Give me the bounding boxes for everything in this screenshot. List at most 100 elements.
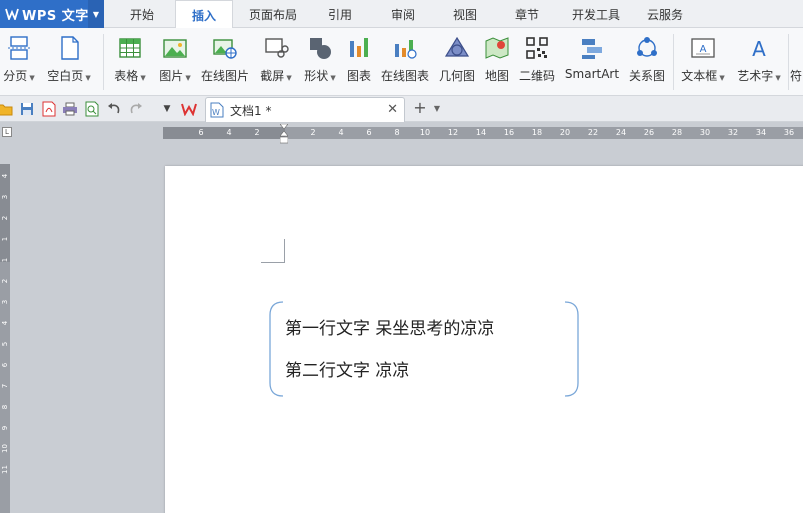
- ruler-text-area: [285, 127, 803, 139]
- save-icon[interactable]: [18, 100, 36, 118]
- ruler-tick-label: 3: [1, 299, 9, 305]
- ruler-tick-label: 4: [1, 173, 9, 179]
- chevron-down-icon: ▼: [775, 74, 781, 82]
- relation-diagram-icon: [633, 34, 661, 62]
- geometry-label: 几何图: [438, 69, 475, 83]
- ruler-tick-label: 6: [198, 128, 204, 137]
- undo-icon[interactable]: [105, 100, 123, 118]
- wps-window: WPS 文字 ▼ 开始 插入 页面布局 引用 审阅 视图 章节 开发工具 云服务…: [0, 0, 803, 513]
- relation-diagram-label: 关系图: [628, 69, 665, 83]
- blank-page-label: 空白页: [47, 69, 84, 83]
- shapes-button[interactable]: 形状 ▼: [300, 34, 340, 90]
- symbol-button[interactable]: 符: [789, 34, 803, 90]
- ruler-tick-label: 22: [587, 128, 599, 137]
- horizontal-ruler[interactable]: 6 4 2 2 4 6 8 10 12 14 16 18 20 22 24 26 28 30 32 34 36: [163, 127, 803, 139]
- wordart-button[interactable]: A 艺术字 ▼: [733, 34, 785, 90]
- text-box[interactable]: 第一行文字 呆坐思考的凉凉 第二行文字 凉凉: [269, 301, 579, 397]
- export-pdf-icon[interactable]: [40, 100, 58, 118]
- symbol-icon: [789, 34, 803, 62]
- ruler-tick-label: 34: [755, 128, 767, 137]
- picture-button[interactable]: 图片 ▼: [155, 34, 195, 90]
- redo-icon[interactable]: [127, 100, 145, 118]
- screenshot-button[interactable]: 截屏 ▼: [256, 34, 296, 90]
- document-tab[interactable]: W 文档1 * ✕: [205, 97, 405, 122]
- indent-marker-icon[interactable]: [279, 123, 289, 146]
- new-tab-icon[interactable]: +: [410, 100, 430, 118]
- chevron-down-icon[interactable]: ▼: [431, 100, 443, 118]
- ruler-tick-label: 20: [559, 128, 571, 137]
- relation-diagram-button[interactable]: 关系图: [626, 34, 668, 90]
- online-chart-icon: [391, 34, 419, 62]
- open-folder-icon[interactable]: [0, 100, 14, 118]
- page-break-icon: [5, 34, 33, 62]
- table-button[interactable]: 表格 ▼: [110, 34, 150, 90]
- ruler-tick-label: 4: [338, 128, 344, 137]
- margin-corner-mark: [261, 239, 285, 263]
- tab-page-layout[interactable]: 页面布局: [243, 0, 303, 28]
- tab-section[interactable]: 章节: [503, 0, 551, 28]
- vertical-ruler[interactable]: 4 3 2 1 1 2 3 4 5 6 7 8 9 10 11: [0, 164, 10, 513]
- ruler-tick-label: 3: [1, 194, 9, 200]
- svg-text:W: W: [212, 108, 220, 117]
- tab-review[interactable]: 审阅: [379, 0, 427, 28]
- ruler-tick-label: 6: [1, 362, 9, 368]
- blank-page-button[interactable]: 空白页 ▼: [44, 34, 94, 90]
- ruler-tick-label: 10: [419, 128, 431, 137]
- chevron-down-icon: ▼: [286, 74, 292, 82]
- online-picture-icon: [211, 34, 239, 62]
- online-chart-button[interactable]: 在线图表: [378, 34, 432, 90]
- ruler-tick-label: 5: [1, 341, 9, 347]
- map-button[interactable]: 地图: [482, 34, 512, 90]
- qrcode-icon: [523, 34, 551, 62]
- ribbon-separator: [673, 34, 674, 90]
- geometry-button[interactable]: 几何图: [436, 34, 478, 90]
- online-picture-label: 在线图片: [200, 69, 249, 83]
- ruler-tick-label: 2: [254, 128, 260, 137]
- svg-text:A: A: [700, 44, 707, 55]
- page-break-label: 分页: [3, 69, 28, 83]
- map-icon: [483, 34, 511, 62]
- online-chart-label: 在线图表: [380, 69, 429, 83]
- textbox-button[interactable]: A 文本框 ▼: [678, 34, 728, 90]
- close-icon[interactable]: ✕: [387, 102, 398, 117]
- smartart-button[interactable]: SmartArt: [562, 34, 622, 90]
- tab-home[interactable]: 开始: [117, 0, 167, 28]
- ruler-tick-label: 18: [531, 128, 543, 137]
- tab-insert[interactable]: 插入: [175, 0, 233, 29]
- print-icon[interactable]: [61, 100, 79, 118]
- quick-access-toolbar: ▼ W 文档1 * ✕ + ▼: [0, 96, 803, 122]
- chart-button[interactable]: 图表: [344, 34, 374, 90]
- ruler-tick-label: 4: [1, 320, 9, 326]
- shapes-icon: [306, 34, 334, 62]
- tab-references[interactable]: 引用: [316, 0, 364, 28]
- table-icon: [116, 34, 144, 62]
- smartart-label: SmartArt: [564, 67, 620, 81]
- tab-cloud-service[interactable]: 云服务: [639, 0, 691, 28]
- wps-logo-icon: [4, 6, 20, 22]
- tab-stop-selector[interactable]: L: [2, 127, 12, 137]
- ruler-tick-label: 28: [671, 128, 683, 137]
- chevron-down-icon[interactable]: ▼: [158, 100, 176, 118]
- chevron-down-icon: ▼: [85, 74, 91, 82]
- ruler-tick-label: 26: [643, 128, 655, 137]
- wps-app-button[interactable]: WPS 文字 ▼: [0, 0, 104, 28]
- ruler-tick-label: 12: [447, 128, 459, 137]
- qrcode-button[interactable]: 二维码: [516, 34, 558, 90]
- ruler-tick-label: 9: [1, 425, 9, 431]
- tab-view[interactable]: 视图: [441, 0, 489, 28]
- ruler-tick-label: 6: [366, 128, 372, 137]
- textbox-icon: A: [689, 34, 717, 62]
- ruler-tick-label: 16: [503, 128, 515, 137]
- chevron-down-icon: ▼: [29, 74, 35, 82]
- online-picture-button[interactable]: 在线图片: [199, 34, 251, 90]
- wordart-label: 艺术字: [737, 69, 774, 83]
- tab-developer[interactable]: 开发工具: [564, 0, 628, 28]
- chevron-down-icon[interactable]: ▼: [88, 0, 104, 28]
- ruler-tick-label: 2: [310, 128, 316, 137]
- picture-label: 图片: [159, 69, 184, 83]
- map-label: 地图: [484, 69, 509, 83]
- page-break-button[interactable]: 分页 ▼: [0, 34, 38, 90]
- chevron-down-icon: ▼: [140, 74, 146, 82]
- print-preview-icon[interactable]: [83, 100, 101, 118]
- ribbon-insert: 分页 ▼ 空白页 ▼ 表格 ▼ 图片 ▼ 在线图片 截屏 ▼ 形状 ▼ 图表 在…: [0, 28, 803, 96]
